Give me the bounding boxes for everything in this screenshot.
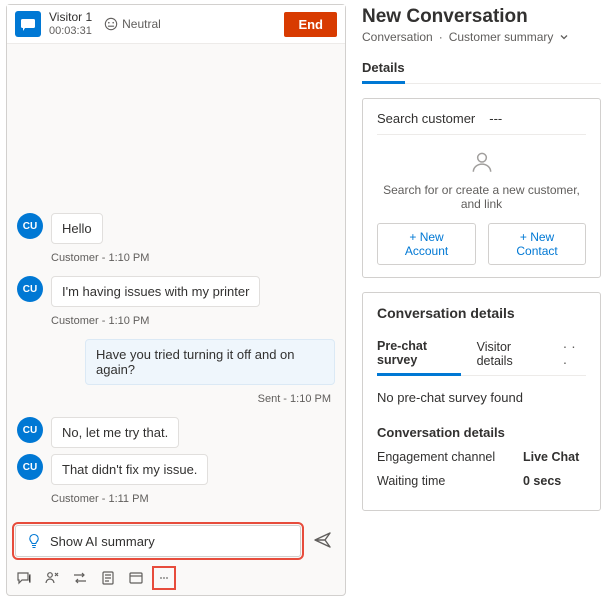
tab-details[interactable]: Details [362,54,405,84]
breadcrumb: Conversation · Customer summary [362,30,601,44]
card-title: Conversation details [377,305,586,321]
knowledge-icon[interactable] [127,569,145,587]
sentiment-label: Neutral [122,17,161,31]
kv-row: Waiting time 0 secs [377,474,586,488]
search-customer-value[interactable]: --- [489,111,502,126]
neutral-face-icon [104,17,118,31]
customer-empty-text: Search for or create a new customer, and… [377,183,586,211]
details-panel: New Conversation Conversation · Customer… [350,0,611,600]
waiting-time-value: 0 secs [523,474,561,488]
chat-transcript: CU Hello Customer - 1:10 PM CU I'm havin… [7,44,345,517]
subtab-more-icon[interactable]: · · · [559,338,586,370]
message-row: CU Hello [17,213,335,244]
customer-empty-state: Search for or create a new customer, and… [377,149,586,265]
engagement-channel-value: Live Chat [523,450,579,464]
notes-icon[interactable] [99,569,117,587]
conversation-details-heading: Conversation details [377,425,586,440]
message-meta: Customer - 1:10 PM [51,315,335,327]
send-button[interactable] [309,527,337,555]
message-meta: Customer - 1:11 PM [51,493,335,505]
message-meta: Customer - 1:10 PM [51,252,335,264]
consult-icon[interactable] [43,569,61,587]
waiting-time-label: Waiting time [377,474,507,488]
prechat-empty-text: No pre-chat survey found [377,390,586,405]
message-bubble: No, let me try that. [51,417,179,448]
chat-panel: Visitor 1 00:03:31 Neutral End CU Hello … [6,4,346,596]
show-ai-summary-button[interactable]: Show AI summary [15,525,301,557]
kv-row: Engagement channel Live Chat [377,450,586,464]
breadcrumb-item[interactable]: Customer summary [449,30,554,44]
engagement-channel-label: Engagement channel [377,450,507,464]
customer-card: Search customer --- Search for or create… [362,98,601,278]
quick-reply-icon[interactable] [15,569,33,587]
conversation-details-card: Conversation details Pre-chat survey Vis… [362,292,601,511]
person-icon [469,149,495,175]
customer-avatar: CU [17,417,43,443]
message-row: CU I'm having issues with my printer [17,276,335,307]
send-icon [313,530,333,550]
sentiment-indicator: Neutral [104,17,161,31]
message-row: CU No, let me try that. [17,417,335,448]
chat-icon [15,11,41,37]
new-contact-button[interactable]: + New Contact [488,223,586,265]
message-bubble: I'm having issues with my printer [51,276,260,307]
ai-summary-label: Show AI summary [50,534,155,549]
main-tabs: Details [362,54,601,84]
breadcrumb-item: Conversation [362,30,433,44]
message-bubble: Have you tried turning it off and on aga… [85,339,335,385]
lightbulb-icon [26,533,42,549]
page-title: New Conversation [362,6,601,28]
conversation-subtabs: Pre-chat survey Visitor details · · · [377,333,586,376]
message-row: CU That didn't fix my issue. [17,454,335,485]
more-actions-icon[interactable] [155,569,173,587]
message-meta: Sent - 1:10 PM [17,393,331,405]
visitor-timer: 00:03:31 [49,25,92,38]
chevron-down-icon[interactable] [559,32,569,42]
visitor-name: Visitor 1 [49,11,92,25]
tab-visitor-details[interactable]: Visitor details [477,334,543,374]
message-bubble: That didn't fix my issue. [51,454,208,485]
new-account-button[interactable]: + New Account [377,223,476,265]
chat-header: Visitor 1 00:03:31 Neutral End [7,5,345,44]
end-button[interactable]: End [284,12,337,37]
customer-avatar: CU [17,276,43,302]
message-row: Have you tried turning it off and on aga… [17,339,335,385]
chat-toolbar [7,565,345,595]
input-area: Show AI summary [7,517,345,565]
transfer-icon[interactable] [71,569,89,587]
tab-prechat-survey[interactable]: Pre-chat survey [377,333,461,376]
message-bubble: Hello [51,213,103,244]
search-customer-label: Search customer [377,111,475,126]
customer-avatar: CU [17,454,43,480]
customer-avatar: CU [17,213,43,239]
